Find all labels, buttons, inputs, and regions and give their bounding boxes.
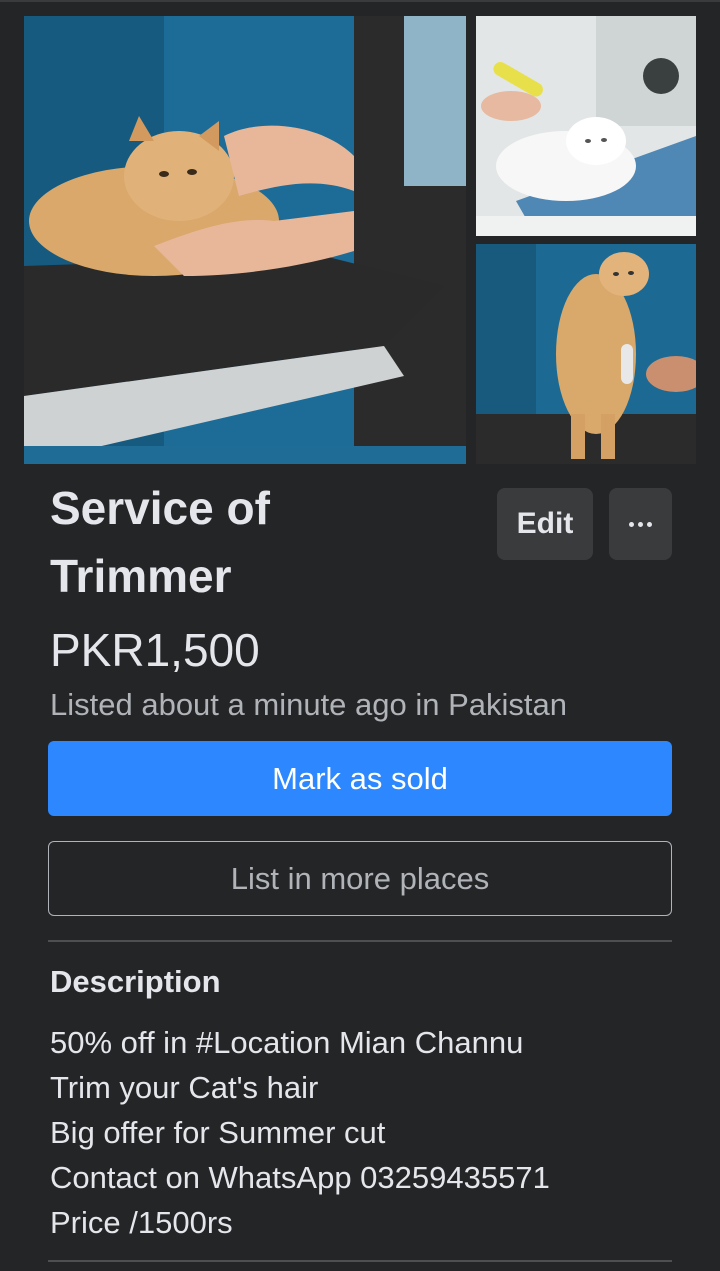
listing-photo-gallery [24,16,696,464]
more-options-button[interactable] [609,488,672,560]
listing-title: Service of Trimmer [50,474,480,610]
listing-photo-main[interactable] [24,16,466,464]
list-in-more-places-button[interactable]: List in more places [48,841,672,916]
top-divider [0,0,720,2]
listing-price: PKR1,500 [50,624,260,676]
listing-title-line-1: Service of [50,482,270,534]
listing-page: Service of Trimmer Edit PKR1,500 Listed … [0,0,720,1271]
edit-button[interactable]: Edit [497,488,593,560]
more-horizontal-icon [629,521,652,527]
description-body: 50% off in #Location Mian Channu Trim yo… [50,1020,690,1245]
listing-photo-side-bottom[interactable] [476,244,696,464]
description-line: Price /1500rs [50,1205,233,1240]
listing-meta: Listed about a minute ago in Pakistan [50,687,568,722]
description-line: Big offer for Summer cut [50,1115,386,1150]
mark-as-sold-button[interactable]: Mark as sold [48,741,672,816]
description-heading: Description [50,964,221,999]
section-divider-bottom [48,1260,672,1262]
listing-photo-side-top[interactable] [476,16,696,236]
section-divider [48,940,672,942]
description-line: Contact on WhatsApp 03259435571 [50,1160,550,1195]
description-line: Trim your Cat's hair [50,1070,319,1105]
listing-title-line-2: Trimmer [50,550,232,602]
description-line: 50% off in #Location Mian Channu [50,1025,524,1060]
